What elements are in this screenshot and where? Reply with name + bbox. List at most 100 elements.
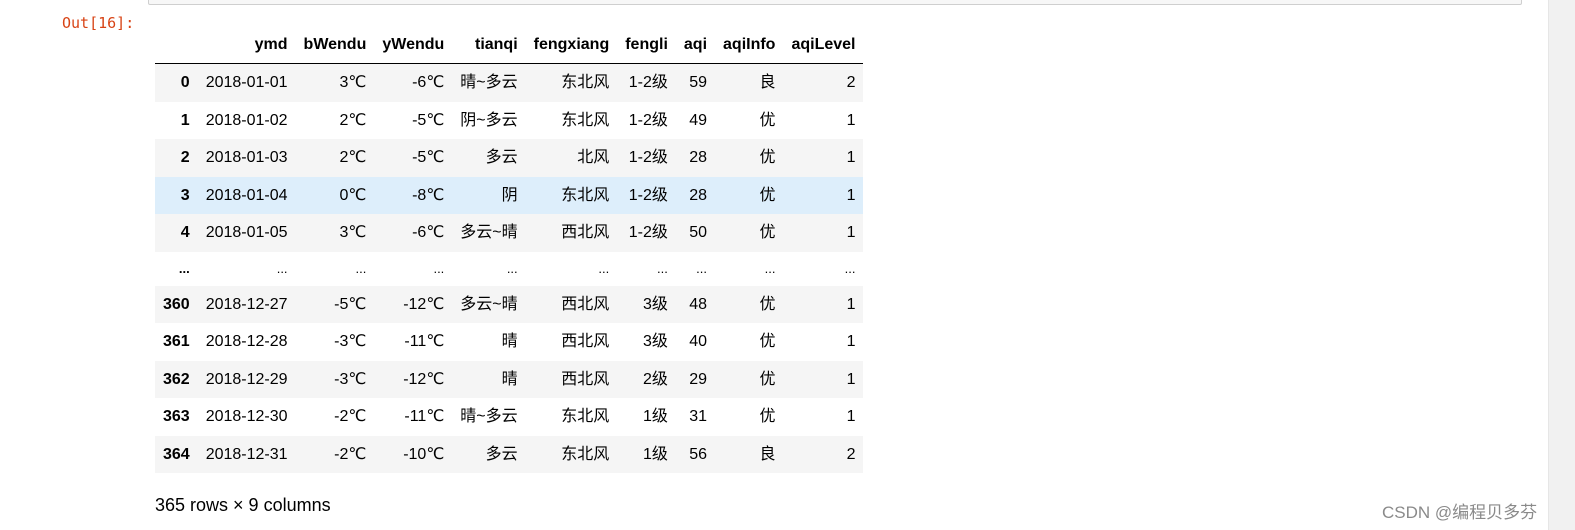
table-row[interactable]: 2 2018-01-03 2℃ -5℃ 多云 北风 1-2级 28 优 1 (155, 139, 864, 177)
table-row[interactable]: 4 2018-01-05 3℃ -6℃ 多云~晴 西北风 1-2级 50 优 1 (155, 214, 864, 252)
table-cell: ... (598, 260, 610, 276)
table-cell: 1 (846, 333, 856, 350)
table-cell: -6℃ (412, 74, 445, 91)
table-cell: 阴~多云 (460, 111, 518, 129)
table-cell: 东北风 (561, 408, 610, 425)
column-header: fengxiang (525, 27, 618, 64)
table-cell: 2018-12-28 (205, 333, 288, 350)
table-cell: 西北风 (561, 224, 610, 241)
previous-input-cell[interactable] (148, 0, 1522, 5)
column-header: aqi (675, 27, 716, 64)
table-cell: 2级 (642, 370, 668, 388)
dataframe-table: ymd bWendu yWendu tianqi fengxiang fengli aqi a… (155, 27, 864, 473)
table-row[interactable]: 362 2018-12-29 -3℃ -12℃ 晴 西北风 2级 29 优 1 (155, 360, 864, 398)
vertical-scrollbar[interactable] (1548, 0, 1575, 530)
table-cell: 西北风 (561, 295, 610, 313)
table-cell: 多云 (485, 149, 518, 166)
row-index: 360 (163, 295, 190, 313)
table-cell: 优 (759, 408, 776, 425)
table-cell: 1 (846, 149, 856, 166)
table-cell: 31 (689, 408, 708, 425)
row-index: 1 (180, 111, 190, 129)
table-cell: 多云~晴 (460, 224, 518, 241)
table-cell: 优 (759, 370, 776, 388)
table-cell: -5℃ (412, 149, 445, 166)
column-header: bWendu (295, 27, 375, 64)
table-cell: 1-2级 (628, 224, 668, 241)
table-cell: 东北风 (561, 186, 610, 204)
table-cell: 50 (689, 224, 708, 241)
row-index: 2 (180, 149, 190, 166)
table-cell: -12℃ (403, 370, 445, 388)
table-cell: 东北风 (561, 445, 610, 463)
table-cell: 2018-01-04 (205, 186, 288, 204)
table-cell: -10℃ (403, 445, 445, 463)
table-cell: 1 (846, 224, 856, 241)
table-cell: 多云 (485, 445, 518, 463)
table-cell: 2018-12-29 (205, 370, 288, 388)
table-cell: 多云~晴 (460, 295, 518, 313)
table-cell: -11℃ (404, 333, 445, 350)
table-row[interactable]: 1 2018-01-02 2℃ -5℃ 阴~多云 东北风 1-2级 49 优 1 (155, 101, 864, 139)
table-cell: 晴 (501, 333, 518, 350)
table-cell: -5℃ (412, 111, 445, 129)
table-cell: -2℃ (334, 408, 367, 425)
table-row[interactable]: 363 2018-12-30 -2℃ -11℃ 晴~多云 东北风 1级 31 优 1 (155, 398, 864, 436)
table-cell: -11℃ (404, 408, 445, 425)
table-cell: 48 (689, 295, 708, 313)
output-area: ymd bWendu yWendu tianqi fengxiang fengli aqi a… (155, 27, 864, 516)
output-prompt: Out[16]: (62, 14, 135, 32)
table-cell: -5℃ (334, 295, 367, 313)
table-cell: 2018-12-31 (205, 445, 288, 463)
watermark: CSDN @编程贝多芬 (1382, 503, 1538, 522)
table-cell: 北风 (577, 149, 610, 166)
table-cell: 优 (759, 186, 776, 204)
table-cell: 东北风 (561, 111, 610, 129)
table-cell: -6℃ (412, 224, 445, 241)
table-cell: ... (657, 260, 668, 276)
table-cell: 东北风 (561, 74, 610, 91)
table-cell: 优 (759, 295, 776, 313)
table-cell: 优 (759, 333, 776, 350)
table-cell: 1-2级 (628, 111, 668, 129)
table-row[interactable]: 3 2018-01-04 0℃ -8℃ 阴 东北风 1-2级 28 优 1 (155, 176, 864, 214)
table-row[interactable]: .............................. (155, 251, 864, 286)
table-cell: 2018-01-05 (205, 224, 288, 241)
table-cell: 3级 (642, 295, 668, 313)
table-cell: 晴~多云 (460, 408, 518, 425)
table-row[interactable]: 364 2018-12-31 -2℃ -10℃ 多云 东北风 1级 56 良 2 (155, 435, 864, 473)
table-cell: 阴 (501, 186, 518, 204)
table-cell: ... (433, 260, 445, 276)
table-cell: 2018-12-27 (205, 295, 288, 313)
table-cell: 优 (759, 111, 776, 129)
row-index: 362 (163, 370, 190, 388)
dataframe-shape: 365 rows × 9 columns (155, 495, 331, 515)
table-cell: 2018-01-03 (205, 149, 288, 166)
table-cell: ... (696, 260, 708, 276)
table-cell: 28 (689, 186, 708, 204)
table-row[interactable]: 361 2018-12-28 -3℃ -11℃ 晴 西北风 3级 40 优 1 (155, 323, 864, 361)
table-row[interactable]: 360 2018-12-27 -5℃ -12℃ 多云~晴 西北风 3级 48 优 1 (155, 285, 864, 323)
table-cell: 优 (759, 224, 776, 241)
column-header: tianqi (452, 27, 526, 64)
row-index: 361 (163, 333, 190, 350)
table-cell: 2 (846, 445, 856, 463)
table-cell: 0℃ (339, 186, 367, 204)
table-cell: ... (276, 260, 288, 276)
table-cell: 1-2级 (628, 74, 668, 91)
column-header: fengli (617, 27, 676, 64)
table-cell: 1级 (642, 445, 668, 463)
column-header (155, 27, 198, 64)
table-cell: 西北风 (561, 370, 610, 388)
table-cell: 3级 (642, 333, 668, 350)
table-cell: -2℃ (334, 445, 367, 463)
table-cell: ... (355, 260, 367, 276)
table-cell: 2℃ (339, 149, 367, 166)
table-cell: 2018-01-01 (205, 74, 288, 91)
table-row[interactable]: 0 2018-01-01 3℃ -6℃ 晴~多云 东北风 1-2级 59 良 2 (155, 63, 864, 102)
table-cell: 3℃ (339, 224, 367, 241)
table-cell: 2018-12-30 (205, 408, 288, 425)
table-cell: 1 (846, 186, 856, 204)
table-cell: 1 (846, 295, 856, 313)
table-cell: 2018-01-02 (205, 111, 288, 129)
